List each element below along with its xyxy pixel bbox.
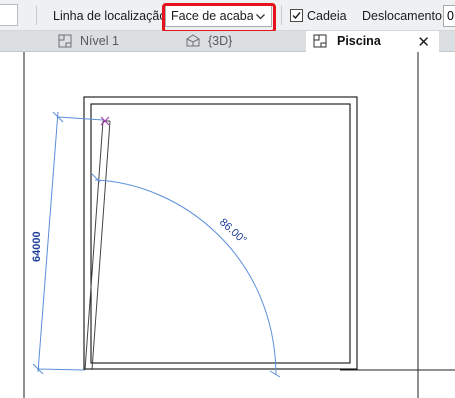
tab-3d[interactable]: {3D}	[180, 31, 300, 52]
chain-label: Cadeia	[307, 9, 347, 23]
angular-dimension-text: 86.00°	[217, 216, 249, 246]
angled-wall-edge[interactable]	[91, 120, 111, 371]
close-icon[interactable]: ✕	[417, 33, 430, 51]
check-icon	[292, 12, 301, 20]
view-tab-bar: Nível 1 {3D} Piscina ✕	[0, 31, 455, 52]
drawing-canvas[interactable]: 64000 86.00°	[0, 52, 455, 398]
options-bar: Linha de localização Face de acabam Cade…	[0, 0, 455, 33]
tab-label: Nível 1	[80, 34, 119, 48]
offset-label: Deslocamento:	[362, 9, 446, 23]
tab-label: {3D}	[208, 34, 233, 48]
floor-plan-icon	[313, 34, 327, 48]
pool-wall-outer[interactable]	[83, 96, 358, 370]
angled-wall-edge[interactable]	[84, 120, 104, 371]
floor-plan-icon	[58, 34, 72, 48]
linear-dimension[interactable]: 64000	[31, 111, 104, 375]
tab-nivel-1[interactable]: Nível 1	[52, 31, 172, 52]
divider	[281, 6, 282, 25]
location-line-label: Linha de localização	[53, 9, 167, 23]
options-bar-left-field[interactable]	[0, 4, 18, 26]
highlight-box	[162, 3, 276, 33]
pool-wall-inner[interactable]	[90, 103, 351, 364]
offset-input[interactable]: 0	[443, 5, 455, 27]
tab-piscina[interactable]: Piscina ✕	[306, 31, 439, 52]
drawing-area: 64000 86.00°	[23, 52, 455, 398]
tab-label: Piscina	[337, 34, 381, 48]
angular-dimension[interactable]: 86.00°	[91, 173, 281, 378]
linear-dimension-text: 64000	[31, 231, 43, 262]
divider	[36, 6, 37, 25]
chain-checkbox[interactable]	[290, 9, 303, 22]
3d-view-icon	[186, 34, 200, 47]
